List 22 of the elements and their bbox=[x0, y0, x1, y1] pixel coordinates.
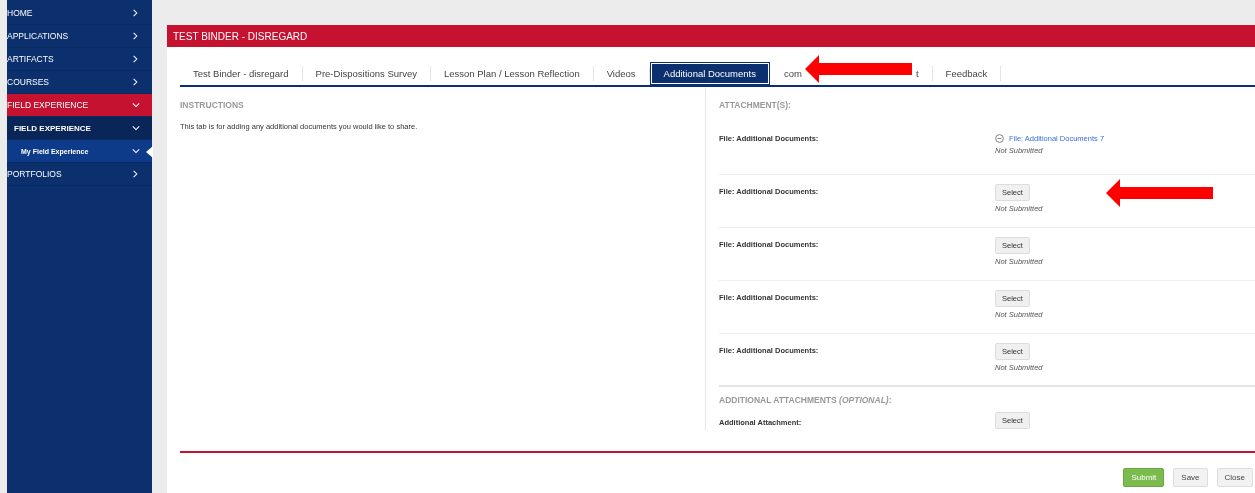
sidebar-item[interactable]: PORTFOLIOS bbox=[7, 163, 152, 186]
sidebar-item[interactable]: FIELD EXPERIENCE bbox=[7, 94, 152, 117]
tab[interactable]: Feedback bbox=[932, 66, 1002, 81]
section-heading: ADDITIONAL ATTACHMENTS (OPTIONAL): bbox=[719, 395, 893, 405]
remove-icon[interactable] bbox=[995, 134, 1004, 143]
tab[interactable]: Videos bbox=[593, 66, 650, 81]
section-heading: ATTACHMENT(S): bbox=[719, 100, 792, 110]
tab[interactable]: Pre-Dispositions Survey bbox=[302, 66, 431, 81]
sidebar-item[interactable]: HOME bbox=[7, 2, 152, 25]
sidebar-item[interactable]: FIELD EXPERIENCE bbox=[7, 117, 152, 140]
tab[interactable]: com bbox=[771, 66, 804, 81]
footer-button[interactable]: Save bbox=[1173, 468, 1208, 487]
tab[interactable]: t bbox=[913, 66, 933, 81]
tab[interactable]: Additional Documents bbox=[649, 62, 770, 85]
tab[interactable]: Lesson Plan / Lesson Reflection bbox=[430, 66, 594, 81]
section-heading: INSTRUCTIONS bbox=[180, 100, 245, 110]
panel-title: TEST BINDER - DISREGARD bbox=[167, 25, 1255, 47]
sidebar-item[interactable]: APPLICATIONS bbox=[7, 25, 152, 48]
sidebar-item[interactable]: ARTIFACTS bbox=[7, 48, 152, 71]
footer-button[interactable]: Close bbox=[1216, 468, 1253, 487]
selection-notch bbox=[146, 146, 153, 158]
tab[interactable]: Test Binder - disregard bbox=[180, 66, 303, 81]
